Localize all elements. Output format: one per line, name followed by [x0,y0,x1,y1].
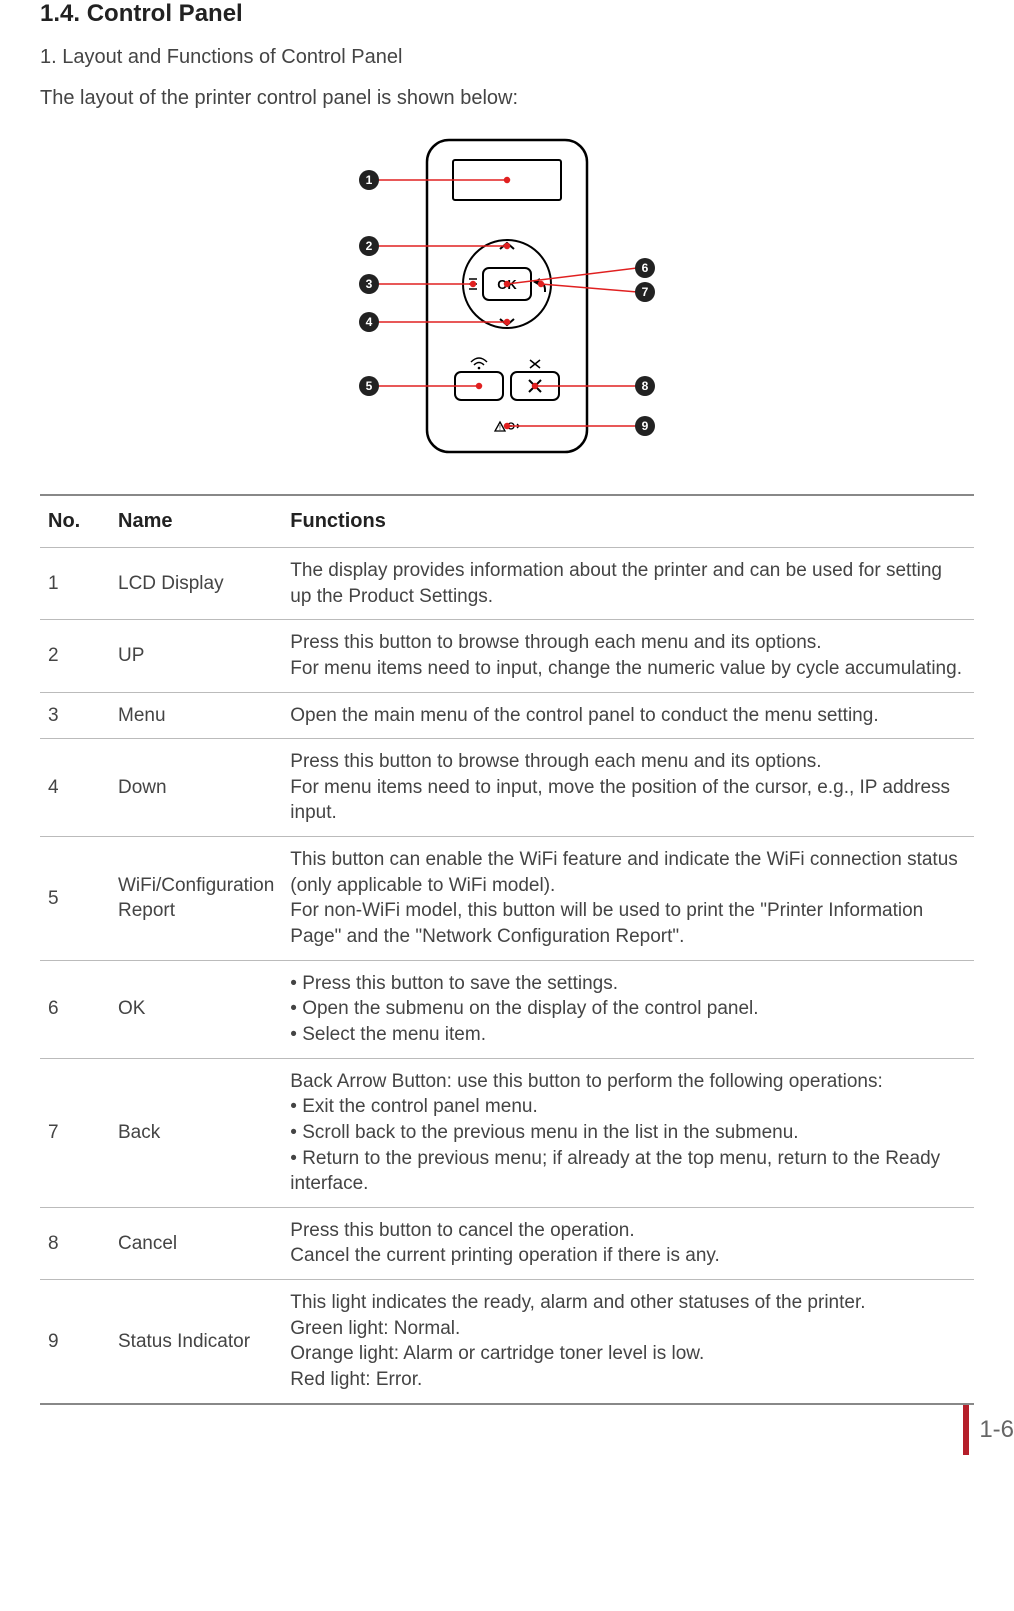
control-panel-diagram: OK ! [40,134,974,464]
svg-text:2: 2 [366,239,373,253]
cell-no: 4 [40,739,110,837]
col-header-name: Name [110,495,282,548]
cell-name: Menu [110,692,282,739]
cell-name: OK [110,960,282,1058]
cell-no: 5 [40,837,110,961]
svg-text:!: ! [499,425,501,432]
cell-func: Open the main menu of the control panel … [282,692,974,739]
cell-no: 6 [40,960,110,1058]
col-header-no: No. [40,495,110,548]
page-number: 1-6 [963,1405,1014,1455]
svg-text:7: 7 [642,285,649,299]
section-subheading: 1. Layout and Functions of Control Panel [40,46,974,69]
col-header-func: Functions [282,495,974,548]
table-row: 7BackBack Arrow Button: use this button … [40,1058,974,1207]
cell-func: • Press this button to save the settings… [282,960,974,1058]
cell-name: Cancel [110,1207,282,1279]
svg-text:3: 3 [366,277,373,291]
cell-name: UP [110,620,282,692]
functions-table: No. Name Functions 1LCD DisplayThe displ… [40,494,974,1405]
svg-text:5: 5 [366,379,373,393]
table-row: 6OK• Press this button to save the setti… [40,960,974,1058]
svg-text:6: 6 [642,261,649,275]
section-heading: 1.4. Control Panel [40,0,974,28]
cell-name: Back [110,1058,282,1207]
svg-text:8: 8 [642,379,649,393]
table-row: 9Status IndicatorThis light indicates th… [40,1280,974,1404]
cell-func: This light indicates the ready, alarm an… [282,1280,974,1404]
svg-text:4: 4 [366,315,373,329]
table-row: 4DownPress this button to browse through… [40,739,974,837]
cell-name: WiFi/Configuration Report [110,837,282,961]
cell-no: 8 [40,1207,110,1279]
cell-func: The display provides information about t… [282,548,974,620]
cell-name: Down [110,739,282,837]
table-row: 3MenuOpen the main menu of the control p… [40,692,974,739]
table-row: 1LCD DisplayThe display provides informa… [40,548,974,620]
cell-func: Press this button to browse through each… [282,620,974,692]
cell-no: 9 [40,1280,110,1404]
cell-no: 2 [40,620,110,692]
cell-no: 1 [40,548,110,620]
table-row: 5WiFi/Configuration ReportThis button ca… [40,837,974,961]
cell-func: Press this button to browse through each… [282,739,974,837]
control-panel-svg: OK ! [317,134,697,464]
cell-no: 3 [40,692,110,739]
cell-name: LCD Display [110,548,282,620]
svg-text:1: 1 [366,173,373,187]
svg-text:9: 9 [642,419,649,433]
page-number-text: 1-6 [979,1416,1014,1444]
cell-func: Back Arrow Button: use this button to pe… [282,1058,974,1207]
cell-no: 7 [40,1058,110,1207]
table-row: 2UPPress this button to browse through e… [40,620,974,692]
cell-func: Press this button to cancel the operatio… [282,1207,974,1279]
cell-func: This button can enable the WiFi feature … [282,837,974,961]
section-intro: The layout of the printer control panel … [40,87,974,110]
table-row: 8CancelPress this button to cancel the o… [40,1207,974,1279]
page-number-bar [963,1405,969,1455]
cell-name: Status Indicator [110,1280,282,1404]
